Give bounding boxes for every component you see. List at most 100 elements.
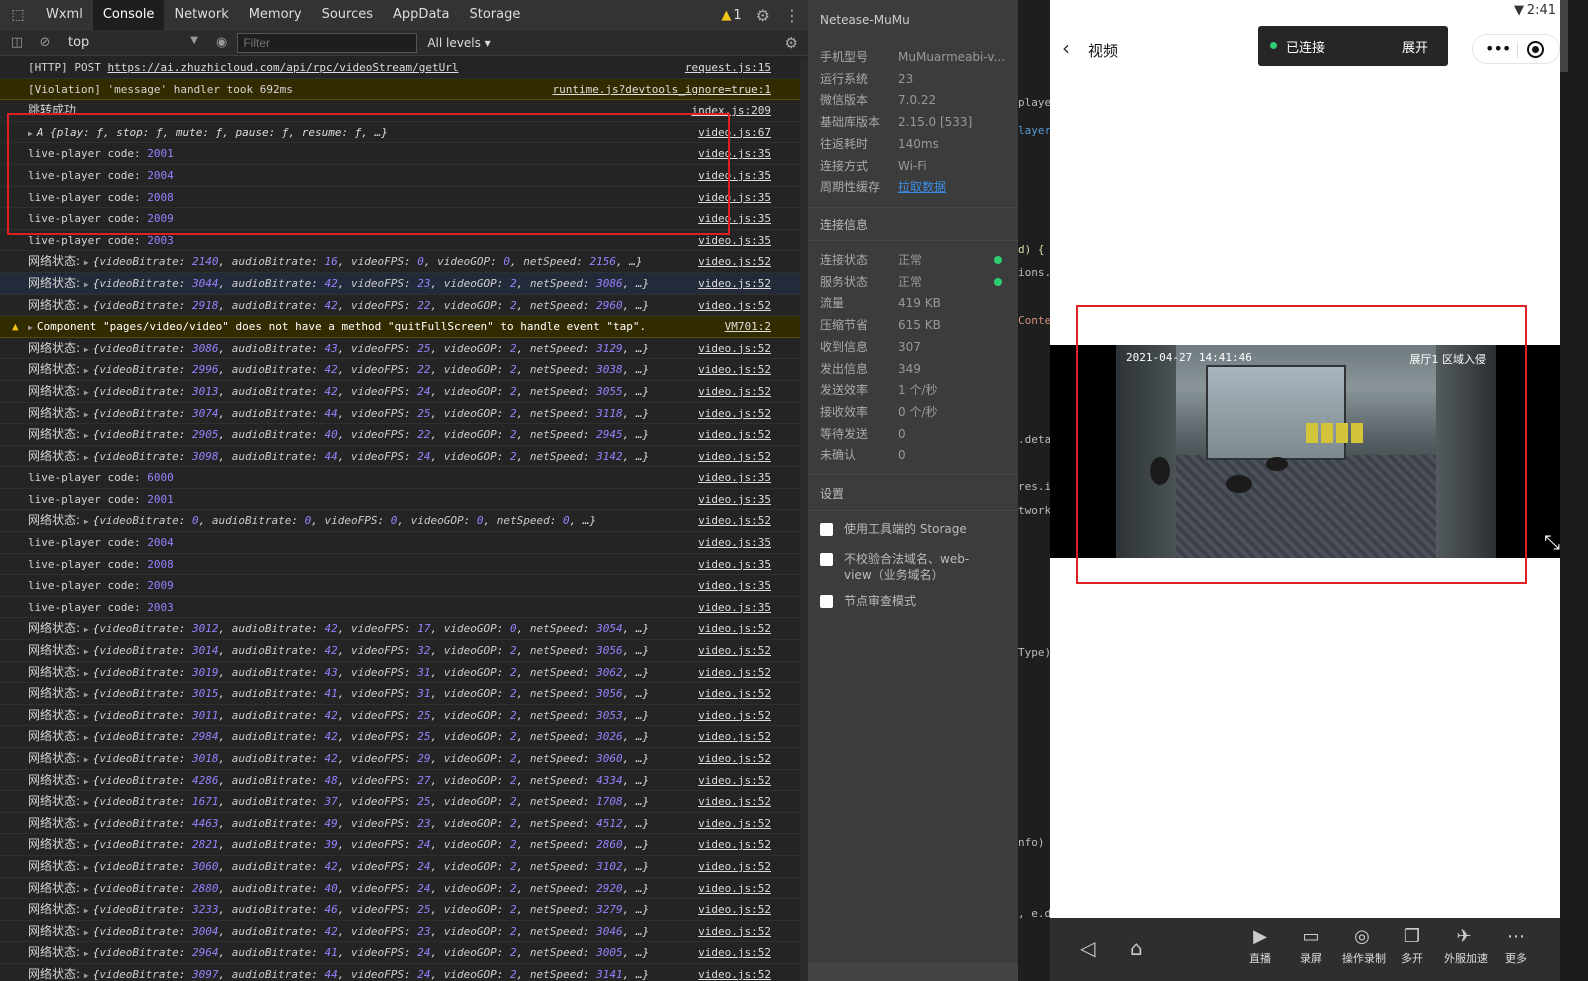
expand-triangle-icon[interactable]: ▶ bbox=[84, 517, 89, 526]
net-status-object[interactable]: {videoBitrate: 3011, audioBitrate: 42, v… bbox=[93, 709, 649, 722]
log-source-link[interactable]: request.js:15 bbox=[685, 57, 771, 79]
pull-data-link[interactable]: 拉取数据 bbox=[898, 178, 946, 196]
log-source-link[interactable]: video.js:52 bbox=[698, 899, 771, 921]
tab-memory[interactable]: Memory bbox=[239, 0, 312, 30]
net-status-object[interactable]: {videoBitrate: 2140, audioBitrate: 16, v… bbox=[93, 255, 643, 268]
log-source-link[interactable]: video.js:35 bbox=[698, 143, 771, 165]
log-source-link[interactable]: video.js:52 bbox=[698, 834, 771, 856]
log-source-link[interactable]: video.js:52 bbox=[698, 640, 771, 662]
net-status-object[interactable]: {videoBitrate: 3014, audioBitrate: 42, v… bbox=[93, 644, 649, 657]
bottom-item-1[interactable]: ▭ 录屏 bbox=[1291, 924, 1331, 966]
bottom-item-5[interactable]: ⋯ 更多 bbox=[1496, 924, 1536, 966]
expand-triangle-icon[interactable]: ▶ bbox=[28, 323, 33, 332]
bottom-item-2[interactable]: ◎ 操作录制 bbox=[1342, 924, 1386, 966]
log-source-link[interactable]: video.js:52 bbox=[698, 510, 771, 532]
log-levels-select[interactable]: All levels ▾ bbox=[427, 36, 490, 50]
inspect-element-icon[interactable]: ⬚ bbox=[0, 0, 36, 30]
bottom-item-0[interactable]: ▶ 直播 bbox=[1240, 924, 1280, 966]
video-player[interactable]: 2021-04-27 14:41:46 展厅1 区域入侵 ⤡ bbox=[1050, 345, 1568, 558]
warnings-badge[interactable]: ▲ 1 bbox=[721, 8, 741, 23]
tab-storage[interactable]: Storage bbox=[459, 0, 530, 30]
expand-triangle-icon[interactable]: ▶ bbox=[84, 345, 89, 354]
log-source-link[interactable]: video.js:52 bbox=[698, 878, 771, 900]
net-status-object[interactable]: {videoBitrate: 3015, audioBitrate: 41, v… bbox=[93, 687, 649, 700]
log-source-link[interactable]: video.js:52 bbox=[698, 813, 771, 835]
log-source-link[interactable]: video.js:52 bbox=[698, 446, 771, 468]
net-status-object[interactable]: {videoBitrate: 4286, audioBitrate: 48, v… bbox=[93, 774, 649, 787]
expand-button[interactable]: 展开 bbox=[1402, 37, 1428, 56]
log-source-link[interactable]: runtime.js?devtools_ignore=true:1 bbox=[552, 79, 771, 101]
log-source-link[interactable]: video.js:52 bbox=[698, 338, 771, 360]
net-status-object[interactable]: {videoBitrate: 2880, audioBitrate: 40, v… bbox=[93, 882, 649, 895]
log-source-link[interactable]: video.js:52 bbox=[698, 683, 771, 705]
expand-triangle-icon[interactable]: ▶ bbox=[84, 410, 89, 419]
tab-sources[interactable]: Sources bbox=[312, 0, 383, 30]
net-status-object[interactable]: {videoBitrate: 3097, audioBitrate: 44, v… bbox=[93, 968, 649, 981]
expand-triangle-icon[interactable]: ▶ bbox=[84, 949, 89, 958]
nav-back-icon[interactable]: ◁ bbox=[1080, 936, 1095, 960]
expand-triangle-icon[interactable]: ▶ bbox=[84, 669, 89, 678]
expand-triangle-icon[interactable]: ▶ bbox=[84, 798, 89, 807]
expand-triangle-icon[interactable]: ▶ bbox=[84, 453, 89, 462]
tab-wxml[interactable]: Wxml bbox=[36, 0, 93, 30]
tab-network[interactable]: Network bbox=[164, 0, 238, 30]
exit-fullscreen-icon[interactable]: ⤡ bbox=[1544, 530, 1560, 554]
more-options-icon[interactable]: ⋮ bbox=[784, 6, 800, 25]
console-settings-gear-icon[interactable]: ⚙ bbox=[785, 34, 798, 52]
expand-triangle-icon[interactable]: ▶ bbox=[84, 647, 89, 656]
log-source-link[interactable]: video.js:35 bbox=[698, 187, 771, 209]
log-source-link[interactable]: video.js:52 bbox=[698, 251, 771, 273]
close-target-icon[interactable] bbox=[1527, 41, 1544, 58]
log-source-link[interactable]: video.js:35 bbox=[698, 597, 771, 619]
expand-triangle-icon[interactable]: ▶ bbox=[84, 431, 89, 440]
bottom-item-4[interactable]: ✈ 外服加速 bbox=[1444, 924, 1488, 966]
net-status-object[interactable]: {videoBitrate: 4463, audioBitrate: 49, v… bbox=[93, 817, 649, 830]
expand-triangle-icon[interactable]: ▶ bbox=[84, 777, 89, 786]
log-source-link[interactable]: video.js:52 bbox=[698, 662, 771, 684]
expand-triangle-icon[interactable]: ▶ bbox=[84, 755, 89, 764]
expand-triangle-icon[interactable]: ▶ bbox=[84, 928, 89, 937]
net-status-object[interactable]: {videoBitrate: 3012, audioBitrate: 42, v… bbox=[93, 622, 649, 635]
checkbox[interactable] bbox=[820, 553, 833, 566]
log-source-link[interactable]: video.js:52 bbox=[698, 381, 771, 403]
expand-triangle-icon[interactable]: ▶ bbox=[84, 690, 89, 699]
log-object[interactable]: A {play: ƒ, stop: ƒ, mute: ƒ, pause: ƒ, … bbox=[37, 126, 388, 139]
expand-triangle-icon[interactable]: ▶ bbox=[84, 302, 89, 311]
net-status-object[interactable]: {videoBitrate: 3044, audioBitrate: 42, v… bbox=[93, 277, 649, 290]
log-source-link[interactable]: video.js:35 bbox=[698, 575, 771, 597]
context-select[interactable]: top ▼ bbox=[68, 35, 198, 50]
net-status-object[interactable]: {videoBitrate: 3086, audioBitrate: 43, v… bbox=[93, 342, 649, 355]
net-status-object[interactable]: {videoBitrate: 1671, audioBitrate: 37, v… bbox=[93, 795, 649, 808]
nav-home-icon[interactable]: ⌂ bbox=[1130, 936, 1143, 960]
expand-triangle-icon[interactable]: ▶ bbox=[84, 885, 89, 894]
net-status-object[interactable]: {videoBitrate: 3013, audioBitrate: 42, v… bbox=[93, 385, 649, 398]
net-status-object[interactable]: {videoBitrate: 3019, audioBitrate: 43, v… bbox=[93, 666, 649, 679]
expand-triangle-icon[interactable]: ▶ bbox=[84, 258, 89, 267]
net-status-object[interactable]: {videoBitrate: 3018, audioBitrate: 42, v… bbox=[93, 752, 649, 765]
tab-appdata[interactable]: AppData bbox=[383, 0, 459, 30]
log-source-link[interactable]: video.js:52 bbox=[698, 705, 771, 727]
tab-console[interactable]: Console bbox=[92, 0, 165, 30]
log-source-link[interactable]: video.js:52 bbox=[698, 770, 771, 792]
checkbox[interactable] bbox=[820, 595, 833, 608]
net-status-object[interactable]: {videoBitrate: 3074, audioBitrate: 44, v… bbox=[93, 407, 649, 420]
log-source-link[interactable]: video.js:35 bbox=[698, 532, 771, 554]
live-expression-eye-icon[interactable]: ◉ bbox=[216, 35, 227, 50]
net-status-object[interactable]: {videoBitrate: 2905, audioBitrate: 40, v… bbox=[93, 428, 649, 441]
log-source-link[interactable]: video.js:52 bbox=[698, 942, 771, 964]
log-source-link[interactable]: video.js:67 bbox=[698, 122, 771, 144]
net-status-object[interactable]: {videoBitrate: 3233, audioBitrate: 46, v… bbox=[93, 903, 649, 916]
net-status-object[interactable]: {videoBitrate: 2996, audioBitrate: 42, v… bbox=[93, 363, 649, 376]
log-source-link[interactable]: VM701:2 bbox=[725, 316, 771, 338]
net-status-object[interactable]: {videoBitrate: 2918, audioBitrate: 42, v… bbox=[93, 299, 649, 312]
sidebar-toggle-icon[interactable]: ◫ bbox=[6, 35, 28, 50]
expand-triangle-icon[interactable]: ▶ bbox=[84, 820, 89, 829]
expand-triangle-icon[interactable]: ▶ bbox=[84, 841, 89, 850]
net-status-object[interactable]: {videoBitrate: 2964, audioBitrate: 41, v… bbox=[93, 946, 649, 959]
checkbox[interactable] bbox=[820, 523, 833, 536]
window-scrollbar[interactable] bbox=[1560, 0, 1568, 72]
settings-gear-icon[interactable]: ⚙ bbox=[756, 6, 770, 25]
log-source-link[interactable]: video.js:35 bbox=[698, 230, 771, 252]
log-source-link[interactable]: video.js:52 bbox=[698, 856, 771, 878]
filter-input[interactable] bbox=[237, 32, 418, 53]
